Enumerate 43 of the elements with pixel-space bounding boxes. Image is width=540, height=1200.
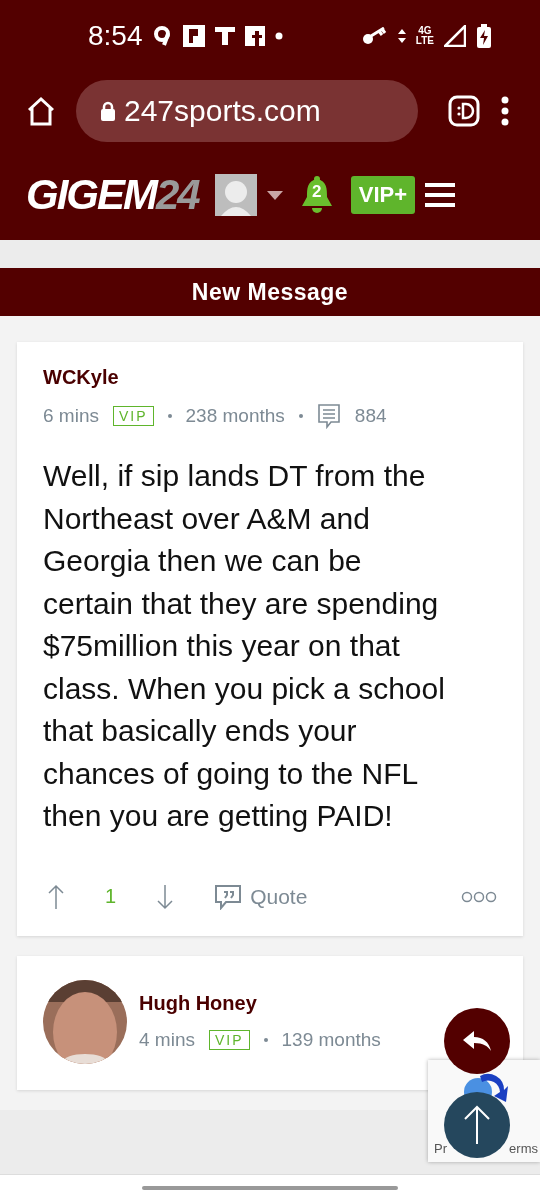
author-name[interactable]: WCKyle [43, 366, 387, 389]
arrow-up-icon [463, 1105, 491, 1145]
tab-switcher-icon[interactable] [448, 95, 480, 127]
data-arrows-icon [397, 28, 406, 44]
lock-icon [100, 101, 116, 121]
battery-icon [476, 24, 492, 48]
clock-time: 8:54 [88, 20, 143, 52]
quote-icon [214, 883, 243, 910]
caret-icon[interactable] [266, 190, 283, 200]
menu-icon[interactable] [425, 182, 456, 208]
post-time: 4 mins [139, 1029, 195, 1051]
downvote-icon[interactable] [156, 883, 175, 910]
quote-button[interactable]: Quote [214, 883, 308, 910]
separator-dot [263, 1038, 268, 1042]
more-notifications-icon [274, 32, 283, 40]
vip-badge: VIP [112, 406, 154, 426]
network-type: 4G LTE [415, 26, 434, 46]
address-bar[interactable]: 247sports.com [76, 80, 418, 142]
terms-link[interactable]: erms [509, 1141, 538, 1156]
vote-count: 1 [105, 885, 117, 908]
separator-dot [298, 414, 303, 418]
more-options-icon[interactable] [500, 96, 510, 126]
author-name[interactable]: Hugh Honey [139, 992, 381, 1015]
post-text: Well, if sip lands DT from the Northeast over A&M and Georgia then we can be certain that they are spending $75million this year on that class. When you pick a school that basically ends your chances of going to the NFL then you are getting PAID! [43, 458, 446, 834]
user-avatar-icon[interactable] [214, 174, 257, 216]
vip-badge: VIP [208, 1030, 250, 1050]
app-notification-icon [244, 26, 265, 46]
member-tenure: 238 months [185, 405, 285, 427]
key-icon [361, 27, 388, 45]
upvote-icon[interactable] [47, 883, 65, 910]
comment-icon [316, 403, 341, 429]
section-title: New Message [191, 278, 349, 306]
post-count: 884 [354, 405, 387, 427]
post-time: 6 mins [43, 405, 99, 427]
separator-dot [167, 414, 172, 418]
app-notification-icon [182, 25, 205, 47]
home-icon[interactable] [26, 96, 56, 126]
member-tenure: 139 months [281, 1029, 381, 1051]
site-logo[interactable]: GIGEM24 [26, 171, 199, 219]
app-notification-icon [152, 25, 173, 47]
privacy-link[interactable]: Pr [434, 1141, 447, 1156]
signal-icon [444, 25, 466, 47]
app-notification-icon [214, 26, 235, 46]
